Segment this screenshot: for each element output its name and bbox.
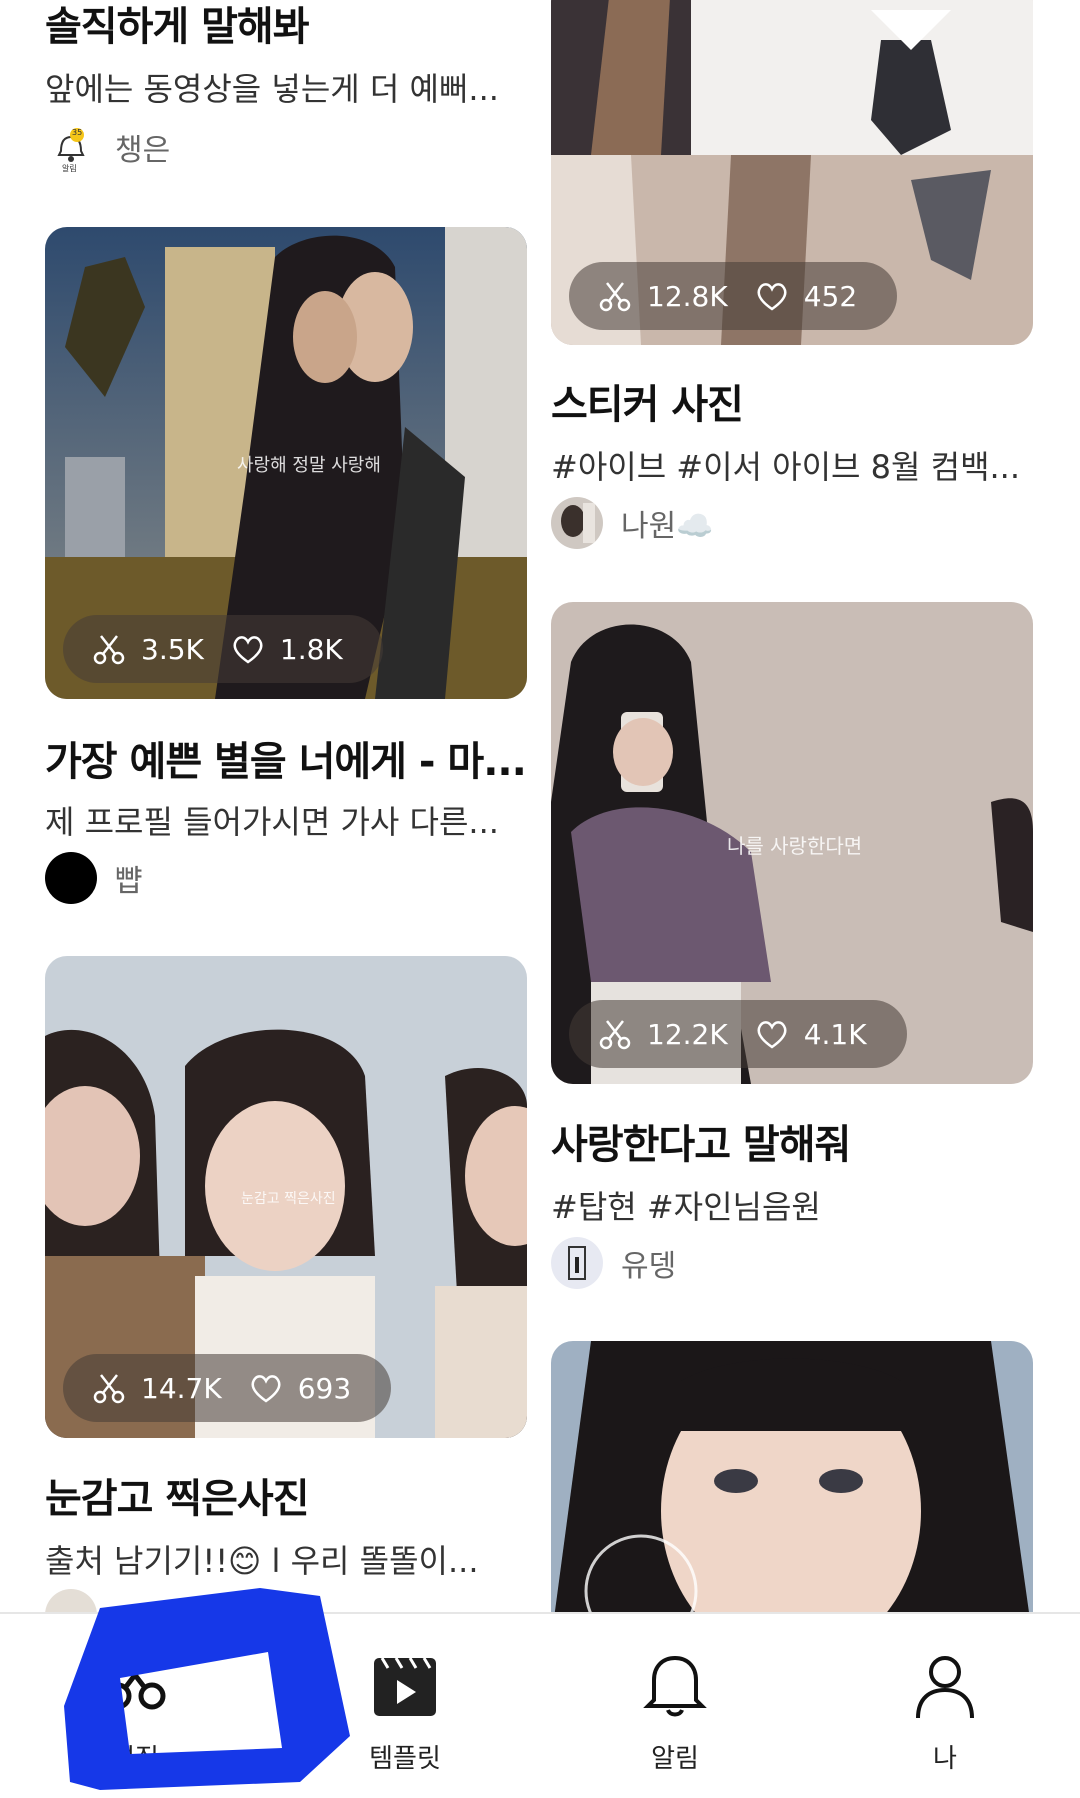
nav-label: 나: [933, 1744, 957, 1774]
scissors-icon: [91, 631, 127, 667]
nav-label: 편집: [111, 1744, 159, 1774]
scissors-icon: [91, 1370, 127, 1406]
use-count: 14.7K: [141, 1371, 222, 1405]
card-description: 앞에는 동영상을 넣는게 더 예뻐...: [45, 70, 499, 108]
like-count: 1.8K: [279, 632, 343, 666]
avatar: [551, 1237, 603, 1289]
nav-tab-me[interactable]: 나: [845, 1614, 1045, 1798]
card-stats: 3.5K 1.8K: [63, 615, 383, 683]
like-count: 4.1K: [803, 1017, 867, 1051]
template-card-info[interactable]: 스티커 사진 #아이브 #이서 아이브 8월 컴백... 나원☁️: [551, 372, 1033, 552]
card-description: #아이브 #이서 아이브 8월 컴백...: [551, 448, 1021, 486]
template-card[interactable]: 사랑해 정말 사랑해 3.5K 1.8K 가장 예쁜 별을 너에게 - 마...…: [45, 227, 527, 917]
card-title: 눈감고 찍은사진: [45, 1476, 310, 1522]
template-card[interactable]: 솔직하게 말해봐 앞에는 동영상을 넣는게 더 예뻐... 35 알림 챙은: [45, 0, 527, 190]
thumbnail-caption: 나를 사랑한다면: [727, 834, 863, 858]
heart-icon[interactable]: [754, 278, 790, 314]
nav-tab-templates[interactable]: 템플릿: [305, 1614, 505, 1798]
heart-icon[interactable]: [248, 1370, 284, 1406]
avatar: 35 알림: [45, 121, 97, 173]
notification-badge: 35: [72, 128, 83, 137]
avatar: [551, 497, 603, 549]
author-name: 나원☁️: [621, 509, 714, 544]
clapperboard-icon: [370, 1650, 440, 1720]
card-title: 가장 예쁜 별을 너에게 - 마...: [45, 739, 527, 785]
nav-tab-edit[interactable]: 편집: [35, 1614, 235, 1798]
template-card[interactable]: 나를 사랑한다면 12.2K 4.1K 사랑한다고 말해줘 #탑현 #자인님음원…: [551, 602, 1033, 1292]
card-stats: 12.2K 4.1K: [569, 1000, 907, 1068]
card-stats: 14.7K 693: [63, 1354, 392, 1422]
thumbnail-caption: 사랑해 정말 사랑해: [237, 455, 381, 476]
scissors-icon: [597, 1016, 633, 1052]
heart-icon[interactable]: [754, 1016, 790, 1052]
template-feed[interactable]: 솔직하게 말해봐 앞에는 동영상을 넣는게 더 예뻐... 35 알림 챙은 1…: [0, 0, 1080, 1612]
template-card[interactable]: [551, 1341, 1033, 1612]
nav-tab-notifications[interactable]: 알림: [575, 1614, 775, 1798]
template-card[interactable]: 12.8K 452: [551, 0, 1033, 345]
card-description: 출처 남기기!!😊 l 우리 똘똘이...: [45, 1542, 479, 1580]
card-author[interactable]: [45, 1588, 97, 1612]
bottom-nav: 편집 템플릿 알림 나: [0, 1612, 1080, 1798]
card-description: #탑현 #자인님음원: [551, 1188, 821, 1226]
heart-icon[interactable]: [230, 631, 266, 667]
nav-label: 템플릿: [369, 1744, 441, 1774]
card-title: 스티커 사진: [551, 382, 744, 428]
card-stats: 12.8K 452: [569, 262, 898, 330]
card-description: 제 프로필 들어가시면 가사 다른...: [45, 803, 499, 841]
scissors-icon: [100, 1650, 170, 1720]
author-name: 유뎅: [621, 1249, 677, 1284]
card-author[interactable]: 뺩: [45, 851, 143, 905]
bell-icon: [640, 1650, 710, 1720]
avatar: [45, 1589, 97, 1612]
card-author[interactable]: 나원☁️: [551, 496, 714, 550]
template-card[interactable]: 눈감고 찍은사진 14.7K 693 눈감고 찍은사진 출처 남기기!!😊 l …: [45, 956, 527, 1612]
author-name: 챙은: [115, 133, 171, 168]
card-thumbnail[interactable]: [551, 1341, 1033, 1612]
card-title: 솔직하게 말해봐: [45, 4, 310, 50]
like-count: 693: [297, 1371, 352, 1405]
like-count: 452: [803, 279, 858, 313]
use-count: 3.5K: [141, 632, 204, 666]
scissors-icon: [597, 278, 633, 314]
avatar: [45, 852, 97, 904]
use-count: 12.2K: [647, 1017, 728, 1051]
author-name: 뺩: [115, 864, 143, 899]
card-author[interactable]: 35 알림 챙은: [45, 120, 170, 174]
card-title: 사랑한다고 말해줘: [551, 1122, 851, 1168]
card-author[interactable]: 유뎅: [551, 1236, 676, 1290]
person-icon: [910, 1650, 980, 1720]
use-count: 12.8K: [647, 279, 728, 313]
thumbnail-caption: 눈감고 찍은사진: [241, 1191, 336, 1207]
nav-label: 알림: [651, 1744, 699, 1774]
badge-label: 알림: [62, 164, 77, 173]
